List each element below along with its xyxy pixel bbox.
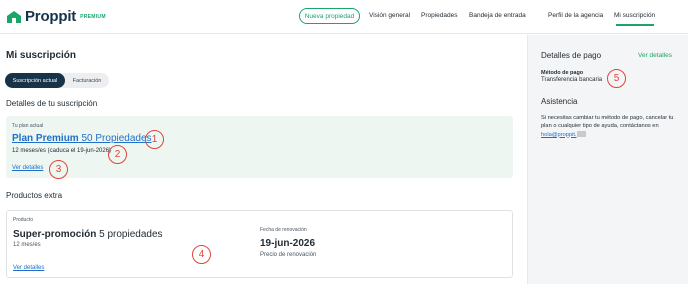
nav-agency-profile[interactable]: Perfil de la agencia [548, 12, 603, 19]
support-email-link[interactable]: hola@proppit. [541, 132, 577, 138]
nav-vision-general[interactable]: Visión general [369, 12, 410, 19]
annotation-marker-4: 4 [192, 245, 211, 264]
annotation-marker-1: 1 [145, 130, 164, 149]
nav-inbox[interactable]: Bandeja de entrada [469, 12, 526, 19]
nav-properties[interactable]: Propiedades [421, 12, 458, 19]
support-text: Si necesitas cambiar tu método de pago, … [541, 114, 679, 139]
subscription-details-heading: Detalles de tu suscripción [6, 99, 98, 108]
current-plan-label: Tu plan actual [12, 123, 44, 129]
payment-method-label: Método de pago [541, 70, 584, 76]
extra-product-properties: 5 propiedades [99, 229, 163, 240]
tab-current-subscription[interactable]: Suscripción actual [5, 73, 65, 88]
logo-text: Proppit [25, 8, 77, 25]
payment-method-value: Transferencia bancaria [541, 77, 603, 83]
payment-details-link[interactable]: Ver detalles [638, 52, 672, 59]
renewal-date-label: Fecha de renovación [260, 227, 307, 233]
extra-product-period: 12 mes/es [13, 242, 41, 248]
top-navigation-bar: Proppit PREMIUM Nueva propiedad Visión g… [0, 0, 688, 34]
page-title: Mi suscripción [6, 50, 77, 61]
support-heading: Asistencia [541, 97, 578, 106]
annotation-marker-2: 2 [108, 145, 127, 164]
nav-my-subscription[interactable]: Mi suscripción [614, 12, 655, 19]
annotation-marker-3: 3 [49, 160, 68, 179]
premium-badge: PREMIUM [80, 13, 106, 20]
annotation-marker-5: 5 [607, 69, 626, 88]
extra-product-title: Super-promoción [13, 229, 97, 240]
redacted-email-part [576, 130, 586, 137]
current-plan-card [6, 116, 513, 178]
plan-name: Plan Premium [12, 133, 79, 144]
extra-details-link[interactable]: Ver detalles [13, 265, 44, 271]
renewal-date: 19-jun-2026 [260, 238, 316, 249]
payment-details-heading: Detalles de pago [541, 51, 602, 60]
product-label: Producto [13, 217, 34, 223]
house-logo-icon [7, 10, 21, 23]
support-message: Si necesitas cambiar tu método de pago, … [541, 115, 674, 130]
plan-details-link[interactable]: Ver detalles [12, 165, 43, 171]
new-property-button[interactable]: Nueva propiedad [299, 8, 360, 24]
renewal-price-label: Precio de renovación [260, 252, 317, 258]
extra-products-heading: Productos extra [6, 191, 63, 200]
proppit-logo[interactable]: Proppit PREMIUM [6, 8, 106, 25]
tab-billing[interactable]: Facturación [65, 73, 109, 88]
plan-properties: 50 Propiedades [81, 133, 152, 144]
plan-duration: 12 meses/es (caduca el 19-jun-2026) [12, 148, 112, 154]
subscription-tabs: Suscripción actual Facturación [5, 73, 109, 88]
extra-product-name: Super-promoción 5 propiedades [13, 229, 163, 240]
active-nav-underline [616, 24, 654, 26]
plan-name-link[interactable]: Plan Premium 50 Propiedades [12, 133, 152, 144]
